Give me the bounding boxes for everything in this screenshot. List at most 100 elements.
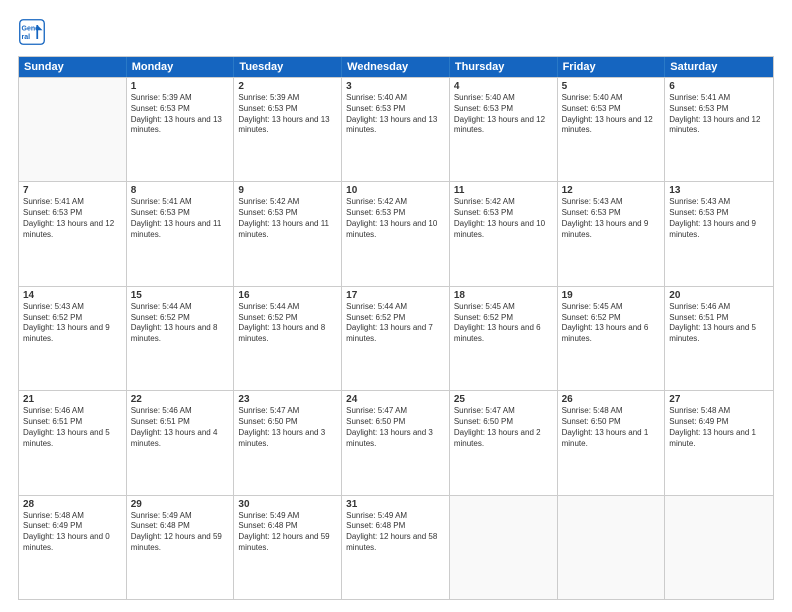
cell-info: Sunrise: 5:42 AM Sunset: 6:53 PM Dayligh… — [454, 197, 553, 240]
day-number: 22 — [131, 394, 230, 405]
day-number: 4 — [454, 81, 553, 92]
calendar-week-2: 7Sunrise: 5:41 AM Sunset: 6:53 PM Daylig… — [19, 181, 773, 285]
calendar-cell-empty-4 — [450, 496, 558, 599]
day-number: 1 — [131, 81, 230, 92]
calendar-cell-empty-6 — [665, 496, 773, 599]
cell-info: Sunrise: 5:47 AM Sunset: 6:50 PM Dayligh… — [238, 406, 337, 449]
cell-info: Sunrise: 5:43 AM Sunset: 6:53 PM Dayligh… — [562, 197, 661, 240]
calendar-cell-6: 6Sunrise: 5:41 AM Sunset: 6:53 PM Daylig… — [665, 78, 773, 181]
day-number: 30 — [238, 499, 337, 510]
calendar-cell-22: 22Sunrise: 5:46 AM Sunset: 6:51 PM Dayli… — [127, 391, 235, 494]
calendar-cell-12: 12Sunrise: 5:43 AM Sunset: 6:53 PM Dayli… — [558, 182, 666, 285]
cell-info: Sunrise: 5:40 AM Sunset: 6:53 PM Dayligh… — [346, 93, 445, 136]
calendar-week-3: 14Sunrise: 5:43 AM Sunset: 6:52 PM Dayli… — [19, 286, 773, 390]
day-number: 9 — [238, 185, 337, 196]
calendar: SundayMondayTuesdayWednesdayThursdayFrid… — [18, 56, 774, 600]
calendar-cell-1: 1Sunrise: 5:39 AM Sunset: 6:53 PM Daylig… — [127, 78, 235, 181]
calendar-cell-7: 7Sunrise: 5:41 AM Sunset: 6:53 PM Daylig… — [19, 182, 127, 285]
calendar-cell-15: 15Sunrise: 5:44 AM Sunset: 6:52 PM Dayli… — [127, 287, 235, 390]
cell-info: Sunrise: 5:42 AM Sunset: 6:53 PM Dayligh… — [346, 197, 445, 240]
calendar-header: SundayMondayTuesdayWednesdayThursdayFrid… — [19, 57, 773, 77]
calendar-week-5: 28Sunrise: 5:48 AM Sunset: 6:49 PM Dayli… — [19, 495, 773, 599]
calendar-cell-23: 23Sunrise: 5:47 AM Sunset: 6:50 PM Dayli… — [234, 391, 342, 494]
day-number: 19 — [562, 290, 661, 301]
cell-info: Sunrise: 5:40 AM Sunset: 6:53 PM Dayligh… — [454, 93, 553, 136]
day-header-monday: Monday — [127, 57, 235, 77]
calendar-cell-3: 3Sunrise: 5:40 AM Sunset: 6:53 PM Daylig… — [342, 78, 450, 181]
day-number: 23 — [238, 394, 337, 405]
day-number: 20 — [669, 290, 769, 301]
day-number: 26 — [562, 394, 661, 405]
day-number: 10 — [346, 185, 445, 196]
calendar-cell-8: 8Sunrise: 5:41 AM Sunset: 6:53 PM Daylig… — [127, 182, 235, 285]
day-header-friday: Friday — [558, 57, 666, 77]
day-number: 14 — [23, 290, 122, 301]
page: Gene ral SundayMondayTuesdayWednesdayThu… — [0, 0, 792, 612]
day-header-wednesday: Wednesday — [342, 57, 450, 77]
calendar-cell-4: 4Sunrise: 5:40 AM Sunset: 6:53 PM Daylig… — [450, 78, 558, 181]
cell-info: Sunrise: 5:48 AM Sunset: 6:49 PM Dayligh… — [669, 406, 769, 449]
cell-info: Sunrise: 5:45 AM Sunset: 6:52 PM Dayligh… — [454, 302, 553, 345]
calendar-cell-30: 30Sunrise: 5:49 AM Sunset: 6:48 PM Dayli… — [234, 496, 342, 599]
calendar-cell-31: 31Sunrise: 5:49 AM Sunset: 6:48 PM Dayli… — [342, 496, 450, 599]
cell-info: Sunrise: 5:49 AM Sunset: 6:48 PM Dayligh… — [131, 511, 230, 554]
day-number: 13 — [669, 185, 769, 196]
calendar-cell-10: 10Sunrise: 5:42 AM Sunset: 6:53 PM Dayli… — [342, 182, 450, 285]
day-number: 2 — [238, 81, 337, 92]
cell-info: Sunrise: 5:46 AM Sunset: 6:51 PM Dayligh… — [131, 406, 230, 449]
calendar-cell-14: 14Sunrise: 5:43 AM Sunset: 6:52 PM Dayli… — [19, 287, 127, 390]
cell-info: Sunrise: 5:49 AM Sunset: 6:48 PM Dayligh… — [346, 511, 445, 554]
day-number: 24 — [346, 394, 445, 405]
day-number: 18 — [454, 290, 553, 301]
calendar-cell-17: 17Sunrise: 5:44 AM Sunset: 6:52 PM Dayli… — [342, 287, 450, 390]
calendar-cell-21: 21Sunrise: 5:46 AM Sunset: 6:51 PM Dayli… — [19, 391, 127, 494]
day-header-sunday: Sunday — [19, 57, 127, 77]
day-number: 8 — [131, 185, 230, 196]
cell-info: Sunrise: 5:47 AM Sunset: 6:50 PM Dayligh… — [454, 406, 553, 449]
cell-info: Sunrise: 5:41 AM Sunset: 6:53 PM Dayligh… — [23, 197, 122, 240]
calendar-cell-5: 5Sunrise: 5:40 AM Sunset: 6:53 PM Daylig… — [558, 78, 666, 181]
day-number: 6 — [669, 81, 769, 92]
day-header-thursday: Thursday — [450, 57, 558, 77]
calendar-cell-24: 24Sunrise: 5:47 AM Sunset: 6:50 PM Dayli… — [342, 391, 450, 494]
logo-icon: Gene ral — [18, 18, 46, 46]
calendar-cell-19: 19Sunrise: 5:45 AM Sunset: 6:52 PM Dayli… — [558, 287, 666, 390]
cell-info: Sunrise: 5:45 AM Sunset: 6:52 PM Dayligh… — [562, 302, 661, 345]
svg-text:ral: ral — [22, 34, 31, 41]
day-number: 29 — [131, 499, 230, 510]
day-number: 17 — [346, 290, 445, 301]
header: Gene ral — [18, 18, 774, 46]
day-number: 12 — [562, 185, 661, 196]
calendar-cell-empty-5 — [558, 496, 666, 599]
cell-info: Sunrise: 5:39 AM Sunset: 6:53 PM Dayligh… — [131, 93, 230, 136]
day-number: 27 — [669, 394, 769, 405]
day-number: 15 — [131, 290, 230, 301]
day-header-tuesday: Tuesday — [234, 57, 342, 77]
cell-info: Sunrise: 5:43 AM Sunset: 6:52 PM Dayligh… — [23, 302, 122, 345]
calendar-cell-13: 13Sunrise: 5:43 AM Sunset: 6:53 PM Dayli… — [665, 182, 773, 285]
calendar-cell-18: 18Sunrise: 5:45 AM Sunset: 6:52 PM Dayli… — [450, 287, 558, 390]
cell-info: Sunrise: 5:41 AM Sunset: 6:53 PM Dayligh… — [131, 197, 230, 240]
cell-info: Sunrise: 5:46 AM Sunset: 6:51 PM Dayligh… — [669, 302, 769, 345]
calendar-week-1: 1Sunrise: 5:39 AM Sunset: 6:53 PM Daylig… — [19, 77, 773, 181]
calendar-cell-27: 27Sunrise: 5:48 AM Sunset: 6:49 PM Dayli… — [665, 391, 773, 494]
calendar-cell-11: 11Sunrise: 5:42 AM Sunset: 6:53 PM Dayli… — [450, 182, 558, 285]
cell-info: Sunrise: 5:40 AM Sunset: 6:53 PM Dayligh… — [562, 93, 661, 136]
calendar-cell-20: 20Sunrise: 5:46 AM Sunset: 6:51 PM Dayli… — [665, 287, 773, 390]
day-number: 21 — [23, 394, 122, 405]
calendar-cell-9: 9Sunrise: 5:42 AM Sunset: 6:53 PM Daylig… — [234, 182, 342, 285]
cell-info: Sunrise: 5:48 AM Sunset: 6:49 PM Dayligh… — [23, 511, 122, 554]
day-number: 3 — [346, 81, 445, 92]
day-number: 31 — [346, 499, 445, 510]
day-number: 25 — [454, 394, 553, 405]
cell-info: Sunrise: 5:44 AM Sunset: 6:52 PM Dayligh… — [238, 302, 337, 345]
calendar-week-4: 21 Sunrise: 5:46 AM Sunset: 6:51 PM Dayli… — [19, 390, 773, 494]
calendar-cell-2: 2Sunrise: 5:39 AM Sunset: 6:53 PM Daylig… — [234, 78, 342, 181]
cell-info: Sunrise: 5:42 AM Sunset: 6:53 PM Dayligh… — [238, 197, 337, 240]
cell-info: Sunrise: 5:39 AM Sunset: 6:53 PM Dayligh… — [238, 93, 337, 136]
cell-info: Sunrise: 5:47 AM Sunset: 6:50 PM Dayligh… — [346, 406, 445, 449]
cell-info: Sunrise: 5:43 AM Sunset: 6:53 PM Dayligh… — [669, 197, 769, 240]
cell-info: Sunrise: 5:44 AM Sunset: 6:52 PM Dayligh… — [131, 302, 230, 345]
day-header-saturday: Saturday — [665, 57, 773, 77]
day-number: 5 — [562, 81, 661, 92]
